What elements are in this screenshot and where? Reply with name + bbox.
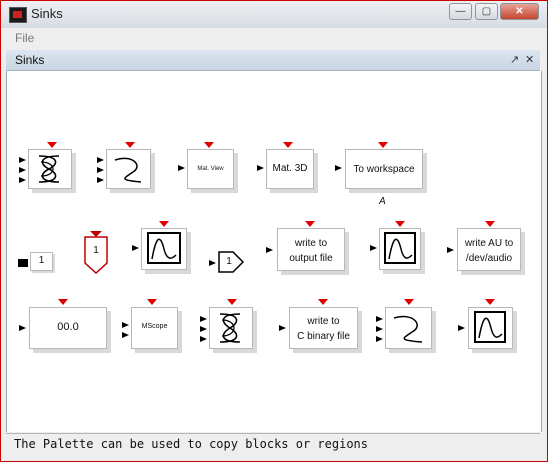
- palette-close-icon[interactable]: ✕: [525, 53, 534, 66]
- scope-icon: [147, 232, 181, 264]
- event-port-icon: [58, 299, 68, 305]
- input-port-icon: [97, 167, 104, 173]
- input-port-icon: [122, 322, 129, 328]
- block-label: MScope: [141, 323, 168, 330]
- block-body: MScope: [131, 307, 178, 349]
- input-port-icon: [97, 177, 104, 183]
- lissajous-3d-icon: [219, 313, 241, 343]
- event-port-icon: [227, 299, 237, 305]
- input-port-icon: [376, 336, 383, 342]
- event-port-icon: [283, 142, 293, 148]
- block-label-line1: write to: [294, 238, 328, 249]
- input-port-icon: [18, 259, 28, 267]
- window-titlebar[interactable]: Sinks — ▢ ✕: [1, 1, 547, 28]
- event-port-icon: [485, 221, 495, 227]
- input-port-icon: [122, 332, 129, 338]
- window-title: Sinks: [31, 6, 63, 21]
- event-port-icon: [47, 142, 57, 148]
- block-body: [141, 228, 187, 270]
- menu-file[interactable]: File: [15, 31, 34, 45]
- event-port-icon: [305, 221, 315, 227]
- block-label: Mat. View: [197, 166, 224, 172]
- block-body: 00.0: [29, 307, 107, 349]
- block-label-line2: C binary file: [297, 331, 350, 342]
- input-port-icon: [178, 165, 185, 171]
- input-port-icon: [19, 325, 26, 331]
- block-body: Mat. 3D: [266, 149, 314, 189]
- block-label-line1: write to: [307, 316, 340, 327]
- sinks-window: Sinks — ▢ ✕ File Sinks ↗ ✕ Mat. View Mat…: [0, 0, 548, 462]
- palette-canvas: Mat. View Mat. 3D To workspace A 1 1 1 w…: [6, 71, 542, 432]
- block-value: 00.0: [57, 321, 79, 333]
- block-value: 1: [93, 245, 99, 256]
- app-icon: [9, 7, 27, 23]
- event-port-icon: [147, 299, 157, 305]
- xy-scope-icon: [393, 315, 423, 343]
- input-port-icon: [458, 325, 465, 331]
- event-port-icon: [318, 299, 328, 305]
- input-port-icon: [209, 260, 216, 266]
- input-port-icon: [447, 247, 454, 253]
- input-port-icon: [200, 336, 207, 342]
- input-port-icon: [19, 157, 26, 163]
- input-port-icon: [200, 326, 207, 332]
- menu-bar: File: [2, 31, 538, 47]
- block-label-line2: output file: [289, 253, 333, 264]
- block-value: 1: [226, 256, 232, 267]
- block-body: [385, 307, 432, 349]
- event-port-icon: [404, 299, 414, 305]
- block-body: Mat. View: [187, 149, 234, 189]
- xy-scope-icon: [114, 157, 142, 183]
- block-label: Mat. 3D: [272, 163, 308, 174]
- input-port-icon: [376, 316, 383, 322]
- block-body: write to C binary file: [289, 307, 358, 349]
- event-port-icon: [204, 142, 214, 148]
- input-port-icon: [200, 316, 207, 322]
- minimize-button[interactable]: —: [449, 3, 472, 20]
- event-port-icon: [485, 299, 495, 305]
- block-label-line1: write AU to: [464, 238, 514, 249]
- block-body: [28, 149, 72, 189]
- input-port-icon: [335, 165, 342, 171]
- event-port-icon: [125, 142, 135, 148]
- event-port-icon: [159, 221, 169, 227]
- status-text: The Palette can be used to copy blocks o…: [14, 437, 369, 451]
- close-button[interactable]: ✕: [500, 3, 539, 20]
- palette-title: Sinks: [15, 53, 45, 67]
- input-port-icon: [370, 245, 377, 251]
- palette-header: Sinks ↗ ✕: [6, 50, 540, 71]
- block-value: 1: [38, 255, 45, 266]
- scope-icon: [384, 232, 416, 264]
- block-body: 1: [30, 252, 53, 271]
- input-port-icon: [97, 157, 104, 163]
- input-port-icon: [19, 167, 26, 173]
- block-body: [209, 307, 253, 349]
- maximize-button[interactable]: ▢: [475, 3, 498, 20]
- input-port-icon: [279, 325, 286, 331]
- input-port-icon: [132, 245, 139, 251]
- event-port-icon: [378, 142, 388, 148]
- block-body: [106, 149, 151, 189]
- scope-icon: [474, 311, 506, 343]
- block-body: write AU to /dev/audio: [457, 228, 521, 271]
- lissajous-3d-icon: [38, 155, 60, 183]
- status-bar: The Palette can be used to copy blocks o…: [6, 433, 540, 454]
- undock-icon[interactable]: ↗: [510, 53, 519, 66]
- block-label: To workspace: [353, 164, 415, 175]
- block-body: [379, 228, 421, 270]
- input-port-icon: [19, 177, 26, 183]
- input-port-icon: [257, 165, 264, 171]
- input-port-icon: [376, 326, 383, 332]
- input-port-icon: [266, 247, 273, 253]
- variable-label: A: [379, 196, 386, 207]
- block-body: [468, 307, 513, 349]
- block-body: write to output file: [277, 228, 345, 271]
- block-label-line2: /dev/audio: [465, 253, 513, 264]
- block-body: To workspace: [345, 149, 423, 189]
- event-port-icon: [395, 221, 405, 227]
